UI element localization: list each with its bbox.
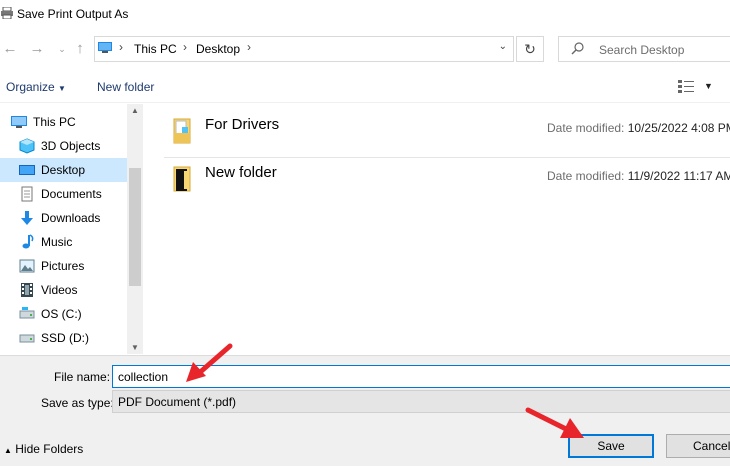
- command-bar: Organize ▼ New folder ▼: [0, 72, 730, 103]
- file-row-new-folder[interactable]: New folder Date modified: 11/9/2022 11:1…: [164, 155, 730, 201]
- hide-folders-toggle[interactable]: ▲ Hide Folders: [4, 442, 83, 456]
- cube-icon: [19, 138, 35, 154]
- window-title: Save Print Output As: [17, 7, 129, 21]
- save-as-type-value: PDF Document (*.pdf): [118, 395, 237, 409]
- computer-icon: [11, 116, 27, 128]
- annotation-arrow-icon: [186, 343, 233, 382]
- sidebar-item-music[interactable]: Music: [0, 230, 127, 254]
- forward-arrow-icon[interactable]: →: [27, 38, 47, 60]
- sidebar-item-pictures[interactable]: Pictures: [0, 254, 127, 278]
- sidebar-item-label: 3D Objects: [41, 139, 101, 153]
- title-bar: Save Print Output As: [0, 0, 730, 30]
- music-icon: [22, 234, 34, 249]
- videos-icon: [21, 283, 33, 297]
- drive-icon: [19, 307, 35, 319]
- scroll-down-icon[interactable]: ▼: [127, 343, 143, 352]
- breadcrumb-separator: ›: [183, 40, 187, 54]
- sidebar-item-label: OS (C:): [41, 307, 82, 321]
- file-name-label: File name:: [54, 370, 111, 384]
- desktop-icon: [19, 165, 35, 175]
- file-date-modified: Date modified: 11/9/2022 11:17 AM: [547, 169, 730, 183]
- navigation-scrollbar[interactable]: ▲ ▼: [127, 104, 143, 354]
- download-icon: [21, 211, 33, 225]
- chevron-down-icon[interactable]: ⌄: [499, 41, 507, 52]
- sidebar-item-3d-objects[interactable]: 3D Objects: [0, 134, 127, 158]
- sidebar-item-label: Downloads: [41, 211, 101, 225]
- breadcrumb-this-pc[interactable]: This PC: [134, 42, 177, 56]
- folder-icon: [173, 118, 191, 144]
- organize-label: Organize: [6, 80, 55, 94]
- scroll-up-icon[interactable]: ▲: [127, 106, 143, 115]
- file-date-modified: Date modified: 10/25/2022 4:08 PM: [547, 121, 730, 135]
- view-details-icon[interactable]: [678, 80, 694, 94]
- sidebar-item-label: Documents: [41, 187, 102, 201]
- date-modified-value: 10/25/2022 4:08 PM: [627, 121, 730, 135]
- recent-locations-chevron-icon[interactable]: ⌄: [52, 38, 72, 60]
- sidebar-item-label: Videos: [41, 283, 78, 297]
- sidebar-item-ssd-d[interactable]: SSD (D:): [0, 326, 127, 350]
- breadcrumb-separator: ›: [119, 40, 123, 54]
- save-as-type-select[interactable]: PDF Document (*.pdf): [112, 390, 730, 413]
- file-name: For Drivers: [205, 116, 280, 133]
- pictures-icon: [19, 259, 35, 273]
- file-name: New folder: [205, 164, 277, 181]
- caret-up-icon: ▲: [4, 446, 12, 455]
- sidebar-item-this-pc[interactable]: This PC: [0, 110, 127, 134]
- printer-icon: [1, 7, 13, 19]
- folder-icon: [173, 166, 191, 192]
- search-input[interactable]: Search Desktop: [558, 36, 730, 62]
- save-as-type-label: Save as type:: [41, 396, 114, 410]
- sidebar-item-label: Desktop: [41, 163, 86, 177]
- navigation-pane: This PC 3D Objects Desktop Documents Dow…: [0, 104, 143, 354]
- search-icon: [571, 42, 584, 55]
- annotation-arrow-icon: [525, 407, 584, 438]
- file-row-for-drivers[interactable]: For Drivers Date modified: 10/25/2022 4:…: [164, 107, 730, 153]
- date-modified-label: Date modified:: [547, 169, 625, 183]
- drive-icon: [19, 334, 35, 343]
- sidebar-item-label: Music: [41, 235, 73, 249]
- breadcrumb-separator: ›: [247, 40, 251, 54]
- search-placeholder: Search Desktop: [599, 43, 685, 57]
- cancel-button[interactable]: Cancel: [666, 434, 730, 458]
- hide-folders-label: Hide Folders: [15, 442, 84, 456]
- sidebar-item-videos[interactable]: Videos: [0, 278, 127, 302]
- sidebar-item-label: SSD (D:): [41, 331, 89, 345]
- sidebar-item-label: This PC: [33, 115, 76, 129]
- view-options-chevron-icon[interactable]: ▼: [704, 81, 713, 91]
- sidebar-item-os-c[interactable]: OS (C:): [0, 302, 127, 326]
- breadcrumb-desktop[interactable]: Desktop: [196, 42, 240, 56]
- refresh-icon[interactable]: ↻: [516, 36, 544, 62]
- back-arrow-icon[interactable]: ←: [0, 38, 20, 60]
- save-form-panel: File name: collection Save as type: PDF …: [0, 355, 730, 466]
- new-folder-button[interactable]: New folder: [97, 80, 154, 94]
- documents-icon: [21, 186, 33, 202]
- scroll-thumb[interactable]: [129, 168, 141, 286]
- chevron-down-icon: ▼: [58, 84, 66, 93]
- sidebar-item-documents[interactable]: Documents: [0, 182, 127, 206]
- up-arrow-icon[interactable]: ↑: [70, 38, 90, 60]
- address-bar[interactable]: › This PC › Desktop › ⌄: [94, 36, 514, 62]
- file-name-value: collection: [118, 370, 169, 384]
- sidebar-item-desktop[interactable]: Desktop: [0, 158, 127, 182]
- computer-icon: [98, 42, 112, 53]
- organize-button[interactable]: Organize ▼: [6, 80, 66, 94]
- date-modified-label: Date modified:: [547, 121, 625, 135]
- date-modified-value: 11/9/2022 11:17 AM: [627, 169, 730, 183]
- sidebar-item-label: Pictures: [41, 259, 85, 273]
- sidebar-item-downloads[interactable]: Downloads: [0, 206, 127, 230]
